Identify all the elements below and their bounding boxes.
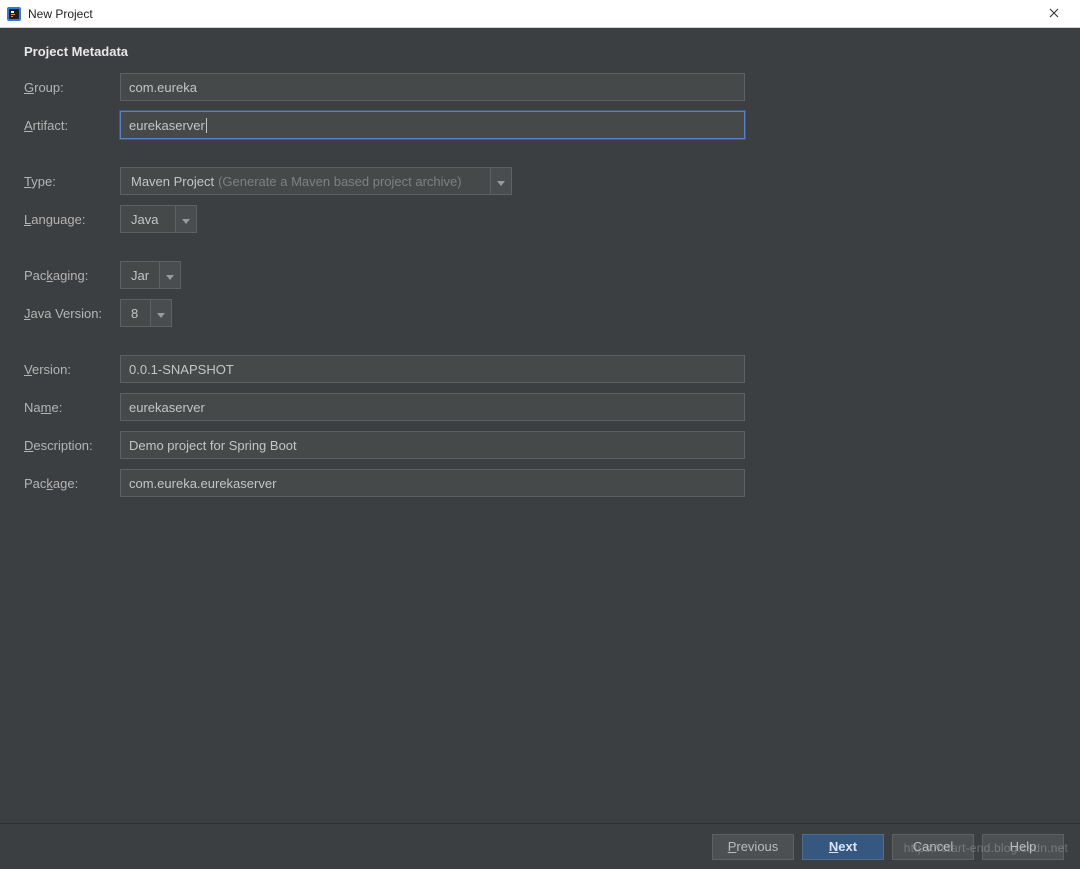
artifact-input[interactable]: eurekaserver — [120, 111, 745, 139]
version-input[interactable] — [120, 355, 745, 383]
titlebar: New Project — [0, 0, 1080, 28]
type-select[interactable]: Maven Project(Generate a Maven based pro… — [120, 167, 512, 195]
content-area: Project Metadata Group: Artifact: eureka… — [0, 28, 1080, 823]
java-version-select-arrow[interactable] — [150, 299, 172, 327]
next-button[interactable]: Next — [802, 834, 884, 860]
language-select-value: Java — [120, 205, 175, 233]
dialog-body: Project Metadata Group: Artifact: eureka… — [0, 28, 1080, 869]
new-project-dialog: New Project Project Metadata Group: Arti… — [0, 0, 1080, 869]
row-version: Version: — [24, 355, 1056, 383]
type-select-value: Maven Project(Generate a Maven based pro… — [120, 167, 490, 195]
row-name: Name: — [24, 393, 1056, 421]
java-version-select[interactable]: 8 — [120, 299, 172, 327]
label-description: Description: — [24, 438, 120, 453]
app-icon — [6, 6, 22, 22]
description-input[interactable] — [120, 431, 745, 459]
name-input[interactable] — [120, 393, 745, 421]
chevron-down-icon — [497, 174, 505, 189]
label-version: Version: — [24, 362, 120, 377]
row-language: Language: Java — [24, 205, 1056, 233]
type-select-arrow[interactable] — [490, 167, 512, 195]
dialog-footer: Previous Next Cancel Help https://start-… — [0, 823, 1080, 869]
row-artifact: Artifact: eurekaserver — [24, 111, 1056, 139]
packaging-select-value: Jar — [120, 261, 159, 289]
label-java-version: Java Version: — [24, 306, 120, 321]
chevron-down-icon — [157, 306, 165, 321]
packaging-select-arrow[interactable] — [159, 261, 181, 289]
language-select-arrow[interactable] — [175, 205, 197, 233]
label-name: Name: — [24, 400, 120, 415]
java-version-select-value: 8 — [120, 299, 150, 327]
close-button[interactable] — [1032, 0, 1076, 28]
package-input[interactable] — [120, 469, 745, 497]
section-title: Project Metadata — [24, 44, 1056, 59]
window-title: New Project — [28, 7, 1032, 21]
row-package: Package: — [24, 469, 1056, 497]
row-type: Type: Maven Project(Generate a Maven bas… — [24, 167, 1056, 195]
packaging-select[interactable]: Jar — [120, 261, 181, 289]
language-select[interactable]: Java — [120, 205, 197, 233]
label-type: Type: — [24, 174, 120, 189]
text-caret — [206, 118, 207, 133]
row-java-version: Java Version: 8 — [24, 299, 1056, 327]
row-description: Description: — [24, 431, 1056, 459]
row-packaging: Packaging: Jar — [24, 261, 1056, 289]
label-artifact: Artifact: — [24, 118, 120, 133]
row-group: Group: — [24, 73, 1056, 101]
label-packaging: Packaging: — [24, 268, 120, 283]
chevron-down-icon — [182, 212, 190, 227]
chevron-down-icon — [166, 268, 174, 283]
group-input[interactable] — [120, 73, 745, 101]
label-package: Package: — [24, 476, 120, 491]
label-group: Group: — [24, 80, 120, 95]
cancel-button[interactable]: Cancel — [892, 834, 974, 860]
close-icon — [1049, 6, 1059, 21]
previous-button[interactable]: Previous — [712, 834, 794, 860]
label-language: Language: — [24, 212, 120, 227]
help-button[interactable]: Help — [982, 834, 1064, 860]
